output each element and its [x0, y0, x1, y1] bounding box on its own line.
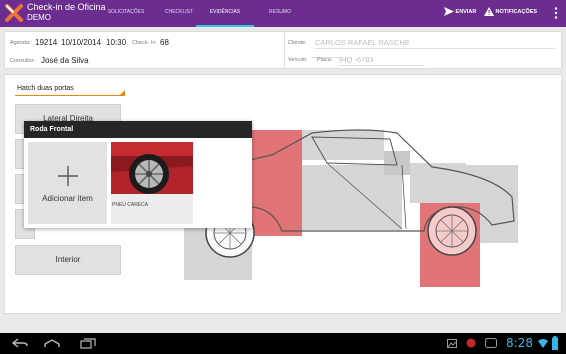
gallery-notification-icon	[447, 339, 457, 348]
app-subtitle: DEMO	[27, 13, 51, 22]
front-wheel	[427, 206, 477, 256]
cliente-label: Cliente:	[288, 40, 307, 46]
tab-evidencias[interactable]: EVIDÊNCIAS	[196, 0, 254, 27]
agenda-value: 19214	[35, 38, 58, 47]
side-button-interior[interactable]: Interior	[15, 245, 121, 275]
agenda-label: Agenda:	[10, 40, 31, 46]
time-value: 10:30	[106, 38, 127, 47]
app-logo-icon	[5, 4, 23, 22]
record-notification-icon	[466, 338, 476, 348]
evidence-popup: Roda Frontal Adicionar item PNEU CARECA	[24, 121, 252, 228]
consultor-value: José da Silva	[41, 56, 89, 65]
placa-field[interactable]: IHQ -6783	[339, 55, 425, 66]
popup-title: Roda Frontal	[24, 121, 252, 138]
app-notification-icon	[485, 338, 497, 348]
checkin-value: 68	[160, 38, 169, 47]
home-icon[interactable]	[43, 339, 61, 348]
system-navigation-bar: 8:28	[0, 333, 566, 354]
add-item-button[interactable]: Adicionar item	[28, 142, 107, 224]
add-item-label: Adicionar item	[42, 194, 93, 203]
evidence-photo-item[interactable]: PNEU CARECA	[111, 142, 193, 224]
tire-photo-thumbnail	[111, 142, 193, 194]
send-label: ENVIAR	[455, 9, 477, 15]
dropdown-indicator-icon	[120, 90, 125, 95]
zone-mirror[interactable]	[384, 151, 410, 175]
checkin-info-panel: Agenda: 19214 10/10/2014 10:30 Check- In…	[4, 31, 562, 69]
status-clock: 8:28	[506, 336, 533, 350]
zone-roof[interactable]	[302, 130, 384, 160]
vehicle-type-value: Hatch duas portas	[17, 85, 74, 92]
date-value: 10/10/2014	[61, 38, 102, 47]
tab-solicitacoes[interactable]: SOLICITAÇÕES	[97, 0, 155, 27]
battery-icon	[552, 336, 558, 350]
checkin-label: Check- In:	[132, 40, 158, 46]
warning-icon	[484, 7, 494, 17]
wifi-icon	[538, 339, 548, 348]
placa-label: Placa:	[317, 57, 333, 63]
notifications-label: NOTIFICAÇÕES	[495, 9, 538, 15]
back-icon[interactable]	[12, 338, 28, 349]
veiculo-label: Veículo:	[288, 57, 308, 63]
overflow-menu-icon[interactable]	[554, 7, 558, 19]
zone-hood[interactable]	[410, 163, 466, 203]
app-bar: Check-in de Oficina DEMO SOLICITAÇÕES CH…	[0, 0, 566, 27]
app-title: Check-in de Oficina	[27, 2, 106, 12]
plus-icon	[58, 166, 78, 186]
consultor-label: Consultor:	[10, 58, 36, 64]
send-button[interactable]: ENVIAR	[444, 0, 476, 27]
info-divider	[284, 32, 285, 68]
notifications-button[interactable]: NOTIFICAÇÕES	[484, 0, 537, 27]
cliente-field[interactable]: CARLOS RAFAEL RASCHE	[315, 38, 555, 49]
vehicle-type-select[interactable]: Hatch duas portas	[15, 83, 125, 96]
tab-resumo[interactable]: RESUMO	[251, 0, 309, 27]
send-icon	[444, 7, 454, 17]
recent-apps-icon[interactable]	[80, 338, 96, 349]
photo-caption: PNEU CARECA	[112, 202, 149, 208]
